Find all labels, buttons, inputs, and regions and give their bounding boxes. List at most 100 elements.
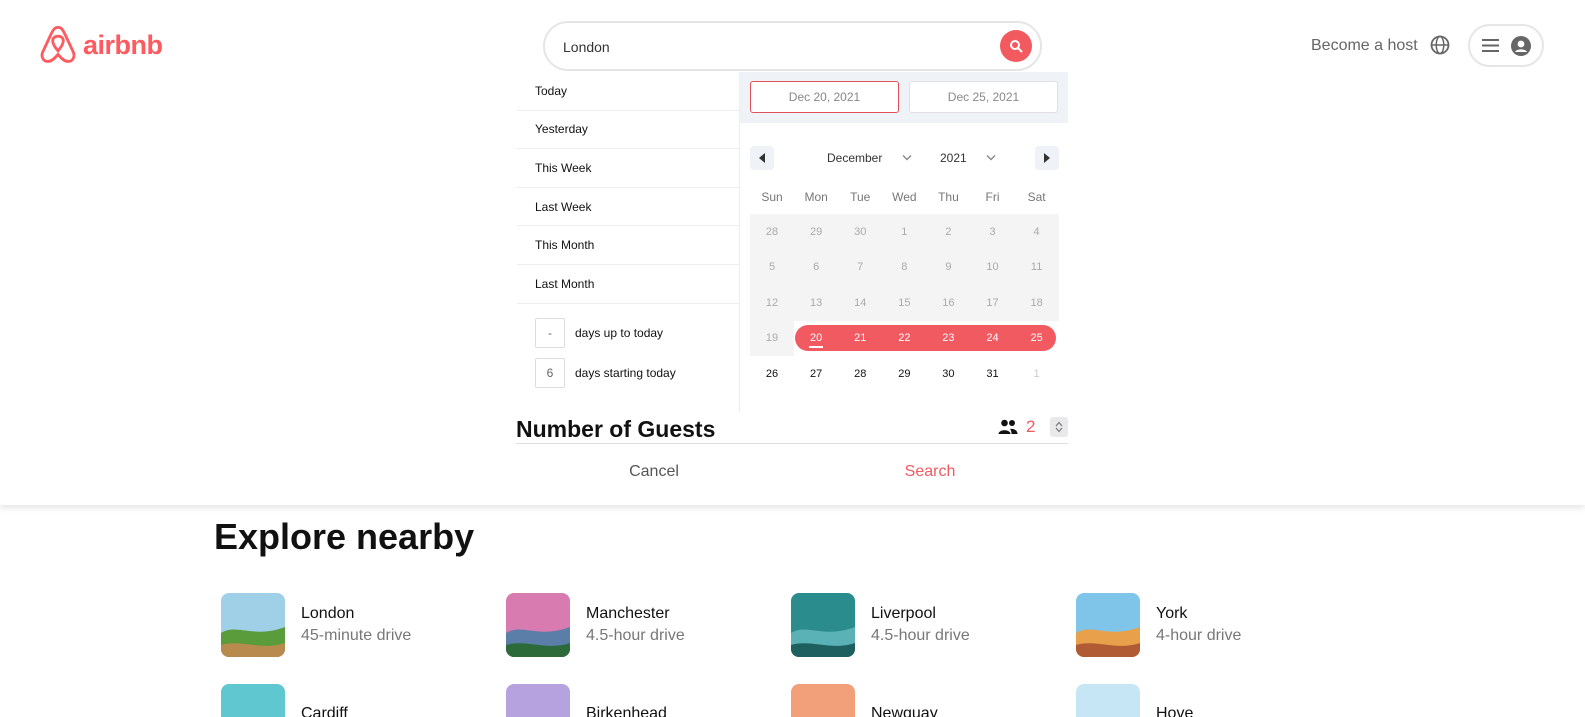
weekday-label: Sun xyxy=(761,190,783,204)
globe-icon[interactable] xyxy=(1430,35,1450,60)
calendar-day[interactable]: 22 xyxy=(882,321,926,357)
preset-this-week[interactable]: This Week xyxy=(517,149,739,188)
become-host-link[interactable]: Become a host xyxy=(1311,37,1418,55)
search-bar[interactable] xyxy=(543,21,1042,71)
calendar-day[interactable]: 27 xyxy=(794,356,838,392)
weekday-label: Mon xyxy=(804,190,828,204)
place-name: Liverpool xyxy=(871,605,936,622)
users-icon xyxy=(998,419,1018,434)
end-date-field[interactable]: Dec 25, 2021 xyxy=(909,81,1058,113)
calendar-day[interactable]: 25 xyxy=(1015,321,1059,357)
guests-title: Number of Guests xyxy=(516,416,716,442)
nearby-place-card[interactable]: Cardiff xyxy=(221,684,506,717)
days-up-to-today-label: days up to today xyxy=(575,325,664,340)
place-distance: 4-hour drive xyxy=(1156,627,1242,644)
nearby-place-card[interactable]: Manchester 4.5-hour drive xyxy=(506,593,791,657)
calendar-day[interactable]: 11 xyxy=(1014,249,1059,285)
calendar-day[interactable]: 9 xyxy=(926,249,971,285)
nearby-place-card[interactable]: Liverpool 4.5-hour drive xyxy=(791,593,1076,657)
calendar-grid: 28 29 30 1 2 3 4 5 6 7 8 9 10 11 12 13 14 15 16 17 18 19 20 21 2… xyxy=(750,214,1059,392)
calendar-day[interactable]: 29 xyxy=(882,356,926,392)
place-text: London 45-minute drive xyxy=(301,605,411,645)
chevron-down-icon[interactable] xyxy=(1055,427,1063,433)
calendar-day[interactable]: 17 xyxy=(970,285,1015,321)
nearby-place-card[interactable]: Birkenhead xyxy=(506,684,791,717)
calendar-day[interactable]: 28 xyxy=(750,214,795,250)
calendar-day[interactable]: 21 xyxy=(838,321,882,357)
airbnb-logo[interactable]: airbnb xyxy=(39,25,163,65)
calendar-day[interactable]: 30 xyxy=(838,214,883,250)
place-name: Manchester xyxy=(586,605,670,622)
user-menu-button[interactable] xyxy=(1468,24,1544,67)
calendar-day[interactable]: 10 xyxy=(970,249,1015,285)
calendar-day[interactable]: 4 xyxy=(1014,214,1059,250)
calendar-day[interactable]: 26 xyxy=(750,356,794,392)
calendar-day[interactable]: 23 xyxy=(926,321,970,357)
calendar-day[interactable]: 29 xyxy=(794,214,839,250)
calendar-panel: Dec 20, 2021 Dec 25, 2021 December 2021 … xyxy=(739,72,1068,412)
guests-row: Number of Guests 2 xyxy=(516,413,1068,444)
houses-thumbnail-icon xyxy=(506,684,570,717)
calendar-day[interactable]: 15 xyxy=(882,285,927,321)
calendar-day[interactable]: 20 xyxy=(794,321,838,357)
search-icon xyxy=(1010,40,1023,53)
calendar-day[interactable]: 13 xyxy=(794,285,839,321)
year-select[interactable]: 2021 xyxy=(940,151,996,165)
place-distance: 4.5-hour drive xyxy=(586,627,685,644)
calendar-day[interactable]: 12 xyxy=(750,285,795,321)
calendar-day[interactable]: 1 xyxy=(882,214,927,250)
preset-today[interactable]: Today xyxy=(517,72,739,111)
weekday-label: Tue xyxy=(850,190,871,204)
preset-last-week[interactable]: Last Week xyxy=(517,188,739,227)
chevron-down-icon xyxy=(986,155,996,161)
days-up-to-today-input[interactable]: - xyxy=(535,317,565,348)
place-distance: 45-minute drive xyxy=(301,627,412,644)
calendar-day[interactable]: 3 xyxy=(970,214,1015,250)
days-starting-today-input[interactable]: 6 xyxy=(535,357,565,388)
nearby-place-card[interactable]: London 45-minute drive xyxy=(221,593,506,657)
guest-stepper[interactable] xyxy=(1050,417,1068,437)
calendar-day[interactable]: 1 xyxy=(1015,356,1059,392)
search-input[interactable] xyxy=(563,35,983,59)
calendar-day[interactable]: 19 xyxy=(750,320,795,356)
calendar-day[interactable]: 14 xyxy=(838,285,883,321)
year-label: 2021 xyxy=(940,151,967,165)
weekday-label: Wed xyxy=(892,190,917,204)
prev-month-button[interactable] xyxy=(750,146,774,170)
next-month-button[interactable] xyxy=(1035,146,1059,170)
calendar-day[interactable]: 28 xyxy=(838,356,882,392)
nearby-place-card[interactable]: Hove xyxy=(1076,684,1361,717)
start-date-field[interactable]: Dec 20, 2021 xyxy=(750,81,899,113)
calendar-day[interactable]: 18 xyxy=(1014,285,1059,321)
hills-thumbnail-icon xyxy=(1076,684,1140,717)
calendar-day[interactable]: 7 xyxy=(838,249,883,285)
calendar-day[interactable]: 8 xyxy=(882,249,927,285)
weekday-label: Thu xyxy=(938,190,959,204)
calendar-day[interactable]: 6 xyxy=(794,249,839,285)
cancel-button[interactable]: Cancel xyxy=(516,463,792,481)
preset-last-month[interactable]: Last Month xyxy=(517,265,739,304)
bridge-thumbnail-icon xyxy=(791,593,855,657)
calendar-day[interactable]: 16 xyxy=(926,285,971,321)
user-avatar-icon xyxy=(1510,35,1531,56)
calendar-day[interactable]: 2 xyxy=(926,214,971,250)
search-button[interactable] xyxy=(1000,30,1032,62)
calendar-day[interactable]: 30 xyxy=(926,356,970,392)
hamburger-icon xyxy=(1481,39,1499,52)
preset-this-month[interactable]: This Month xyxy=(517,226,739,265)
calendar-day[interactable]: 24 xyxy=(970,321,1014,357)
place-text: York 4-hour drive xyxy=(1156,605,1241,645)
place-name: Cardiff xyxy=(301,705,348,717)
month-select[interactable]: December xyxy=(827,151,912,165)
preset-yesterday[interactable]: Yesterday xyxy=(517,111,739,150)
nearby-place-card[interactable]: Newquay xyxy=(791,684,1076,717)
nearby-place-card[interactable]: York 4-hour drive xyxy=(1076,593,1361,657)
town-thumbnail-icon xyxy=(1076,593,1140,657)
calendar-day[interactable]: 5 xyxy=(750,249,795,285)
caret-left-icon xyxy=(759,153,765,163)
search-submit-button[interactable]: Search xyxy=(792,463,1068,481)
place-name: Hove xyxy=(1156,705,1194,717)
month-label: December xyxy=(827,151,883,165)
calendar-day[interactable]: 31 xyxy=(970,356,1014,392)
sky-thumbnail-icon xyxy=(221,684,285,717)
